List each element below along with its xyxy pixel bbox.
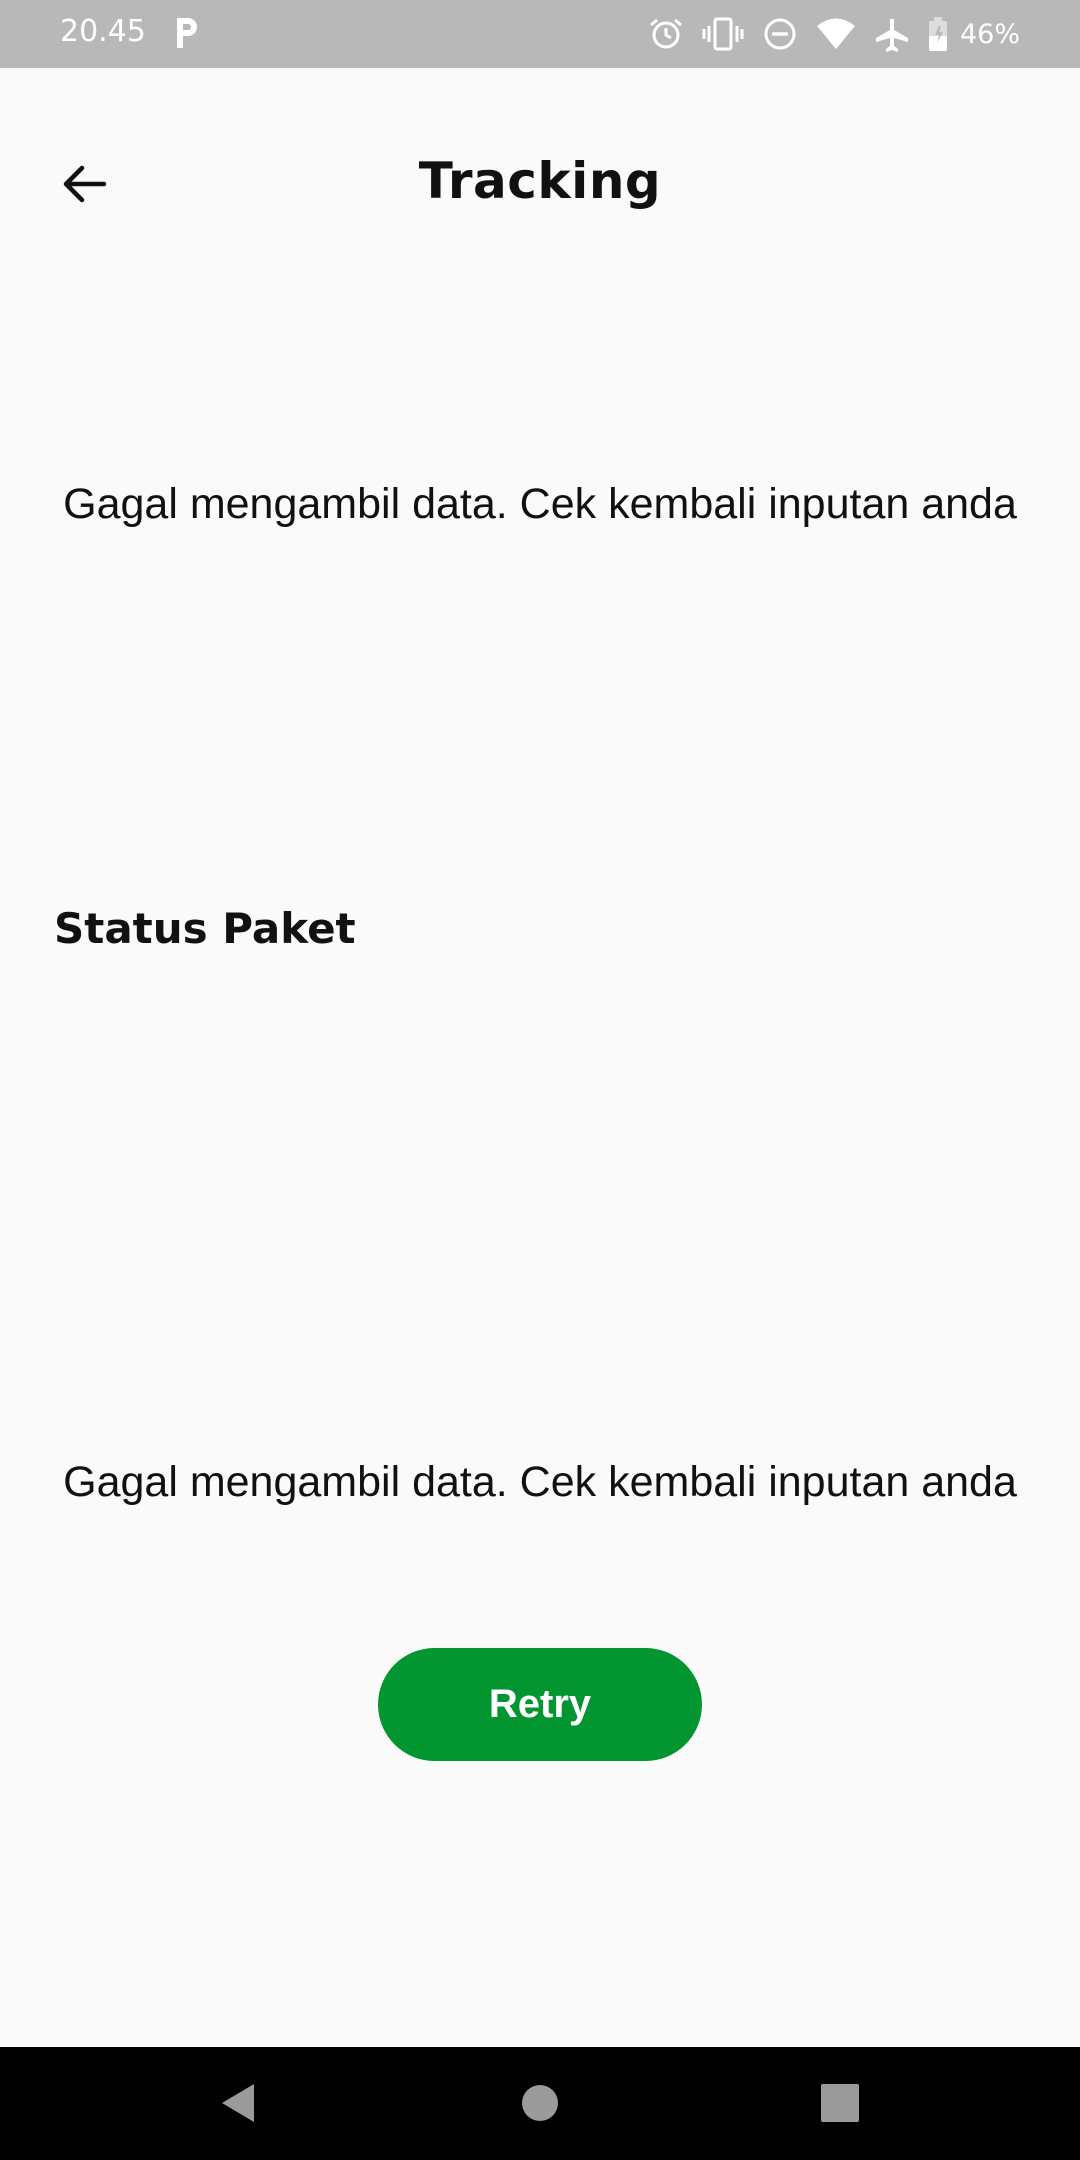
home-circle-icon	[522, 2085, 558, 2121]
section-title-status-paket: Status Paket	[54, 904, 356, 953]
status-bar: 20.45 46%	[0, 0, 1080, 68]
nav-back-button[interactable]	[210, 2075, 266, 2131]
error-message-top: Gagal mengambil data. Cek kembali inputa…	[63, 480, 1017, 528]
airplane-icon	[875, 19, 908, 52]
parking-icon	[177, 18, 197, 48]
back-triangle-icon	[222, 2084, 254, 2122]
vibrate-icon	[702, 17, 744, 51]
app-bar: Tracking	[0, 68, 1080, 294]
page-title: Tracking	[418, 152, 662, 210]
error-message-bottom: Gagal mengambil data. Cek kembali inputa…	[63, 1458, 1017, 1506]
battery-percent: 46%	[959, 18, 1020, 50]
status-icons: 46%	[648, 12, 1020, 56]
status-time: 20.45	[60, 14, 146, 49]
do-not-disturb-icon	[764, 18, 796, 50]
system-nav-bar	[0, 2047, 1080, 2160]
nav-home-button[interactable]	[512, 2075, 568, 2131]
alarm-icon	[650, 18, 682, 49]
battery-icon	[928, 17, 947, 51]
retry-button[interactable]: Retry	[378, 1648, 702, 1761]
recents-square-icon	[821, 2084, 859, 2122]
nav-recents-button[interactable]	[812, 2075, 868, 2131]
wifi-icon	[816, 18, 855, 49]
